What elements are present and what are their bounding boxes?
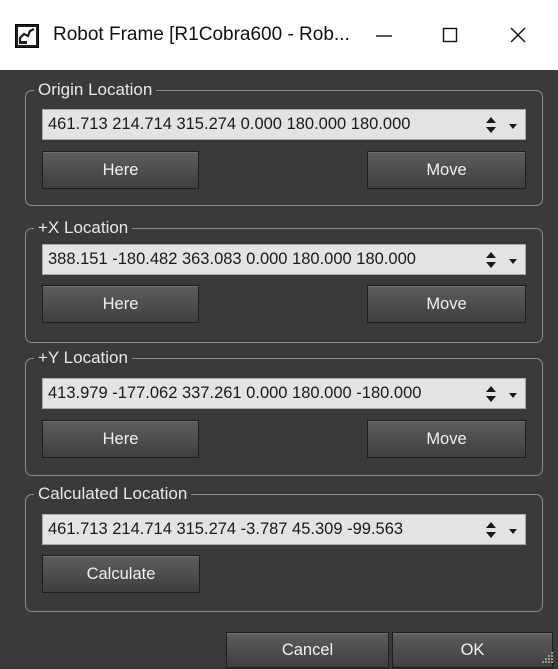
plus-x-here-button[interactable]: Here [42, 285, 199, 323]
minimize-button[interactable] [354, 10, 414, 60]
plus-y-location-combo[interactable]: 413.979 -177.062 337.261 0.000 180.000 -… [42, 378, 526, 409]
ok-button[interactable]: OK [392, 632, 553, 668]
close-button[interactable] [488, 10, 548, 60]
dialog-body: Origin Location 461.713 214.714 315.274 … [0, 70, 558, 668]
minimize-icon [376, 35, 392, 37]
plus-x-location-combo[interactable]: 388.151 -180.482 363.083 0.000 180.000 1… [42, 244, 526, 275]
title-bar[interactable]: Robot Frame [R1Cobra600 - Rob... [0, 0, 558, 70]
plus-x-location-value: 388.151 -180.482 363.083 0.000 180.000 1… [48, 250, 416, 268]
origin-location-value: 461.713 214.714 315.274 0.000 180.000 18… [48, 115, 411, 133]
plus-y-location-group: +Y Location 413.979 -177.062 337.261 0.0… [25, 347, 543, 476]
plus-x-move-button[interactable]: Move [367, 285, 526, 323]
plus-x-location-group: +X Location 388.151 -180.482 363.083 0.0… [25, 217, 543, 343]
spin-arrows-icon[interactable] [485, 520, 497, 540]
spin-arrows-icon[interactable] [485, 384, 497, 404]
origin-here-button[interactable]: Here [42, 151, 199, 189]
chevron-down-icon[interactable] [507, 388, 519, 400]
resize-grip-icon[interactable] [540, 650, 554, 664]
plus-y-move-button[interactable]: Move [367, 420, 526, 458]
calculated-location-label: Calculated Location [34, 483, 192, 505]
maximize-icon [442, 27, 458, 43]
plus-y-location-value: 413.979 -177.062 337.261 0.000 180.000 -… [48, 384, 422, 402]
maximize-button[interactable] [420, 10, 480, 60]
calculated-location-group: Calculated Location 461.713 214.714 315.… [25, 483, 543, 612]
origin-location-label: Origin Location [34, 79, 157, 101]
plus-x-location-label: +X Location [34, 217, 133, 239]
calculated-location-combo[interactable]: 461.713 214.714 315.274 -3.787 45.309 -9… [42, 514, 526, 545]
spin-arrows-icon[interactable] [485, 115, 497, 135]
chevron-down-icon[interactable] [507, 524, 519, 536]
app-icon [15, 24, 39, 48]
spin-arrows-icon[interactable] [485, 250, 497, 270]
chevron-down-icon[interactable] [507, 119, 519, 131]
calculated-location-value: 461.713 214.714 315.274 -3.787 45.309 -9… [48, 520, 404, 538]
cancel-button[interactable]: Cancel [226, 632, 389, 668]
calculate-button[interactable]: Calculate [42, 555, 200, 593]
origin-move-button[interactable]: Move [367, 151, 526, 189]
chevron-down-icon[interactable] [507, 254, 519, 266]
origin-location-combo[interactable]: 461.713 214.714 315.274 0.000 180.000 18… [42, 109, 526, 140]
close-icon [510, 27, 526, 43]
window-title: Robot Frame [R1Cobra600 - Rob... [53, 24, 350, 45]
plus-y-here-button[interactable]: Here [42, 420, 199, 458]
origin-location-group: Origin Location 461.713 214.714 315.274 … [25, 79, 543, 206]
plus-y-location-label: +Y Location [34, 347, 132, 369]
